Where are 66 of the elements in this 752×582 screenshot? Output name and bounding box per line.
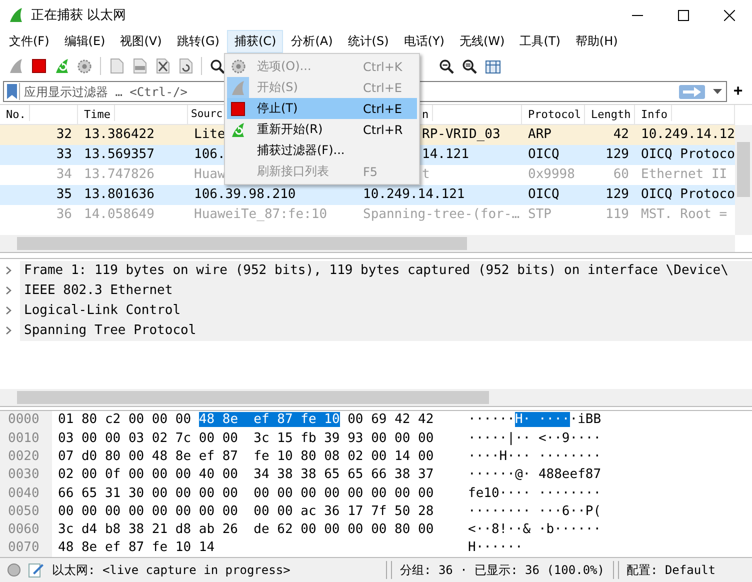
ascii-text: ········ ···6··P( xyxy=(468,504,602,519)
interface-status: 以太网: <live capture in progress> xyxy=(52,562,292,579)
table-cell-text: HuaweiTe_87:fe:10 xyxy=(193,207,328,222)
ascii-text: ······ xyxy=(468,412,515,428)
ascii-text: fe10···· ········ xyxy=(468,486,602,501)
table-cell-text: 106.39.98.210 xyxy=(193,187,297,202)
hex-bytes: 01 80 c2 00 00 00 xyxy=(58,412,192,428)
table-cell-text: ARP xyxy=(527,127,552,142)
offset-label: 0010 xyxy=(0,429,52,448)
table-cell-text: 35 xyxy=(55,187,73,202)
packet-count: 分组: 36 · 已显示: 36 (100.0%) xyxy=(400,562,604,579)
offset-label: 0070 xyxy=(0,538,52,558)
table-cell-text: 42 xyxy=(612,127,630,142)
table-cell-text: Ethernet II xyxy=(640,167,728,182)
table-cell-text: OICQ xyxy=(527,187,560,202)
hex-bytes: 66 65 31 30 00 00 00 00 00 00 00 00 00 00 00 00 xyxy=(58,486,434,501)
ascii-text: ·iBB xyxy=(570,412,602,428)
hex-bytes: 02 00 0f 00 00 00 40 00 34 38 38 65 65 66 38 37 xyxy=(58,467,434,482)
hex-bytes: 03 00 00 03 02 7c 00 00 3c 15 fb 39 93 00 00 00 xyxy=(58,430,434,446)
window-title: 正在捕获 以太网 xyxy=(31,7,126,24)
table-cell-text: OICQ Protoco xyxy=(640,147,736,162)
table-cell-text: 129 xyxy=(604,187,630,202)
table-cell-text: 13.747826 xyxy=(83,167,156,182)
table-cell-text: 129 xyxy=(604,147,630,162)
table-cell-text: RP-VRID_03 xyxy=(421,127,502,142)
table-cell-text: 0x9998 xyxy=(527,167,576,182)
hex-bytes: 00 00 00 00 00 00 00 00 00 00 ac 36 17 7f 50 28 xyxy=(58,504,434,519)
offset-label: 0040 xyxy=(0,484,52,502)
table-cell-text: 14.121 xyxy=(421,147,470,162)
table-cell-text: t xyxy=(421,167,431,182)
offset-label: 0050 xyxy=(0,502,52,521)
ascii-text: ····H··· ········ xyxy=(468,449,602,464)
table-cell-text: 14.058649 xyxy=(83,207,156,222)
table-cell-text: MST. Root = xyxy=(640,207,728,222)
ascii-text: ·····|·· <··9···· xyxy=(468,430,602,446)
offset-label: 0020 xyxy=(0,447,52,466)
table-cell-text: 34 xyxy=(55,167,73,182)
offset-label: 0000 xyxy=(0,410,52,430)
ascii-text: ······@· 488eef87 xyxy=(468,467,602,482)
table-cell-text: 36 xyxy=(55,207,73,222)
ascii-text: H······ xyxy=(468,540,523,556)
offset-label: 0030 xyxy=(0,466,52,484)
hex-bytes: 48 8e ef 87 fe 10 xyxy=(198,412,340,428)
hex-bytes: 00 69 42 42 xyxy=(346,412,434,428)
table-cell-text: 13.569357 xyxy=(83,147,156,162)
hex-bytes: 07 d0 80 00 48 8e ef 87 fe 10 80 08 02 00 14 00 xyxy=(58,449,434,464)
ascii-text: H· ···· xyxy=(514,412,570,428)
table-cell-text: 32 xyxy=(55,127,73,142)
hex-bytes: 48 8e ef 87 fe 10 14 xyxy=(58,540,215,556)
table-cell-text: Huaw xyxy=(193,167,226,182)
table-cell-text: 106. xyxy=(193,147,226,162)
table-cell-text: 10.249.14.121 xyxy=(362,187,466,202)
table-cell-text: 13.801636 xyxy=(83,187,156,202)
table-cell-text: Spanning-tree-(for-… xyxy=(362,207,521,222)
offset-label: 0060 xyxy=(0,520,52,539)
table-cell-text: Lite xyxy=(193,127,226,142)
table-cell-text: STP xyxy=(527,207,552,222)
table-cell-text: OICQ Protoco xyxy=(640,187,736,202)
ascii-text: <··8!··& ·b······ xyxy=(468,522,602,538)
table-cell-text: OICQ xyxy=(527,147,560,162)
table-cell-text: 13.386422 xyxy=(83,127,156,142)
table-cell-text: 33 xyxy=(55,147,73,162)
table-cell-text: 10.249.14.12 xyxy=(640,127,736,142)
table-cell-text: 119 xyxy=(604,207,630,222)
table-cell-text: 60 xyxy=(612,167,630,182)
hex-bytes: 3c d4 b8 38 21 d8 ab 26 de 62 00 00 00 00 80 00 xyxy=(58,522,434,538)
